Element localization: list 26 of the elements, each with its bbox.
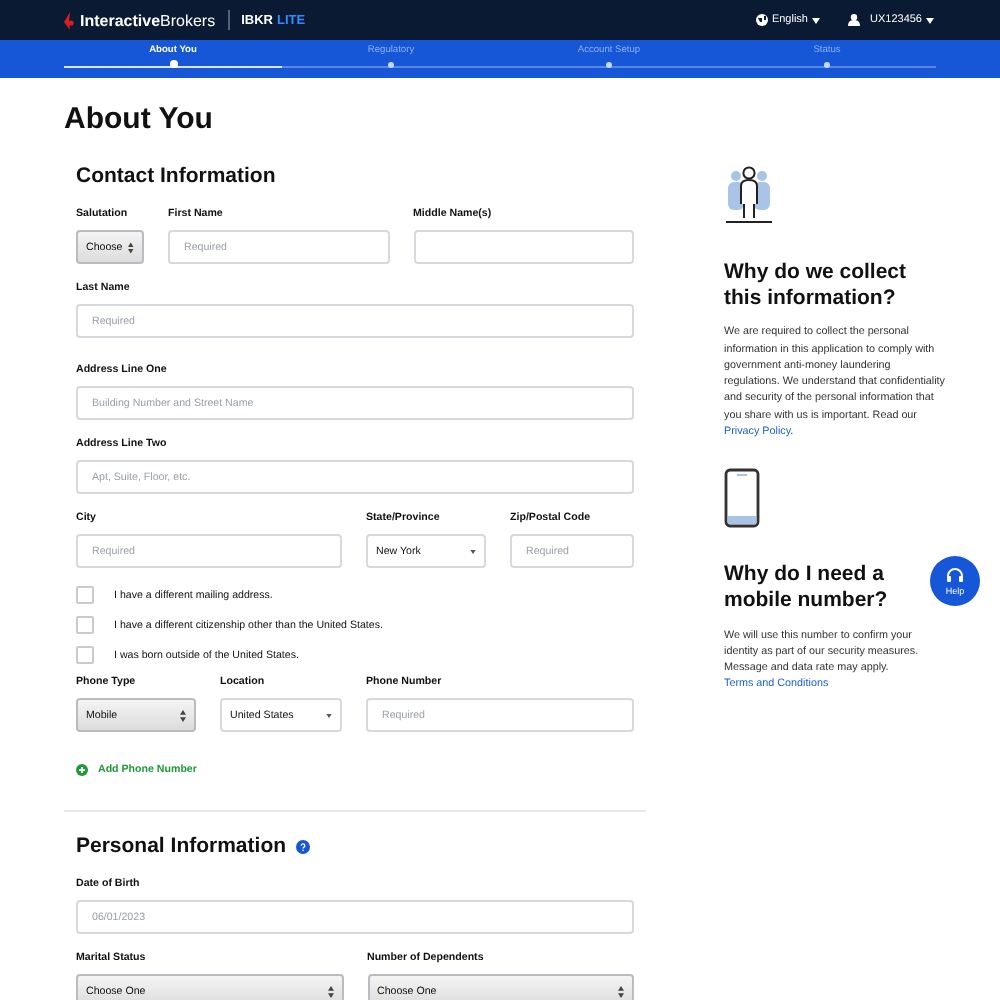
caret-icon bbox=[326, 713, 332, 717]
globe-icon bbox=[755, 14, 768, 26]
help-icon[interactable] bbox=[296, 839, 311, 853]
caret-icon bbox=[926, 17, 934, 23]
plus-circle-icon bbox=[76, 764, 88, 776]
section-title: Personal Information bbox=[76, 834, 287, 858]
person-icon bbox=[724, 166, 774, 226]
caret-icon bbox=[470, 549, 476, 553]
headset-icon bbox=[946, 567, 964, 583]
updown-arrows-icon bbox=[180, 709, 186, 721]
checkbox[interactable] bbox=[76, 646, 94, 664]
input-field[interactable] bbox=[413, 230, 634, 264]
section-title: Contact Information bbox=[76, 164, 276, 188]
phone-icon bbox=[724, 468, 760, 529]
user-icon bbox=[848, 14, 860, 26]
updown-arrows-icon bbox=[128, 241, 134, 253]
checkbox[interactable] bbox=[76, 616, 94, 634]
info-heading: Why do we collect this information? bbox=[724, 260, 909, 313]
brand-name: InteractiveBrokers bbox=[80, 11, 216, 29]
updown-arrows-icon bbox=[618, 985, 624, 997]
caret-icon bbox=[812, 17, 820, 23]
checkbox[interactable] bbox=[76, 586, 94, 604]
page-title: About You bbox=[64, 102, 215, 136]
logo-icon bbox=[64, 11, 74, 29]
info-heading: Why do I need a mobile number? bbox=[724, 562, 890, 616]
updown-arrows-icon bbox=[327, 985, 333, 997]
